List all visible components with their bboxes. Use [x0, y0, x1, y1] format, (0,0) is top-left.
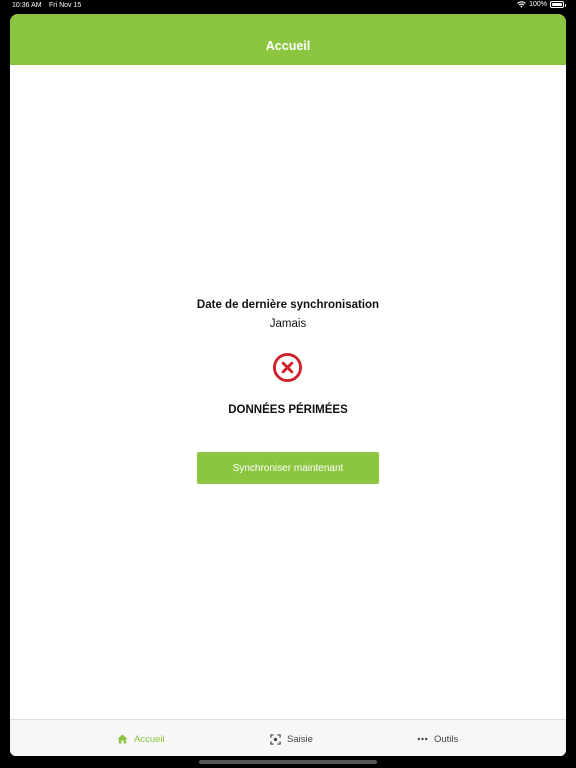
status-right: 100%	[517, 1, 566, 8]
tab-accueil[interactable]: Accueil	[117, 732, 165, 746]
tab-saisie-label: Saisie	[287, 733, 313, 745]
last-sync-label: Date de dernière synchronisation	[196, 299, 380, 311]
navigation-bar: Accueil	[10, 14, 566, 65]
status-date: Fri Nov 15	[49, 2, 82, 9]
more-dots-icon	[417, 737, 428, 741]
home-indicator[interactable]	[199, 760, 377, 764]
home-icon	[117, 734, 128, 744]
status-time: 10:36 AM	[12, 2, 42, 9]
wifi-icon	[517, 1, 526, 8]
tab-bar: Accueil Saisie Outils	[10, 719, 566, 756]
tab-saisie[interactable]: Saisie	[270, 732, 313, 746]
home-content: Date de dernière synchronisation Jamais …	[10, 65, 566, 719]
data-status-text: DONNÉES PÉRIMÉES	[228, 404, 348, 416]
page-title: Accueil	[265, 39, 311, 53]
last-sync-value: Jamais	[269, 318, 307, 330]
battery-icon	[550, 1, 566, 8]
tab-outils-label: Outils	[434, 733, 459, 745]
error-x-circle-icon	[272, 352, 303, 383]
tab-accueil-label: Accueil	[134, 733, 165, 745]
tab-outils[interactable]: Outils	[417, 732, 458, 746]
battery-percent: 100%	[529, 1, 547, 8]
scan-icon	[270, 733, 281, 745]
sync-now-button[interactable]: Synchroniser maintenant	[197, 452, 379, 484]
status-bar: 10:36 AM Fri Nov 15 100%	[0, 0, 576, 14]
app-screen: Accueil Date de dernière synchronisation…	[10, 14, 566, 756]
